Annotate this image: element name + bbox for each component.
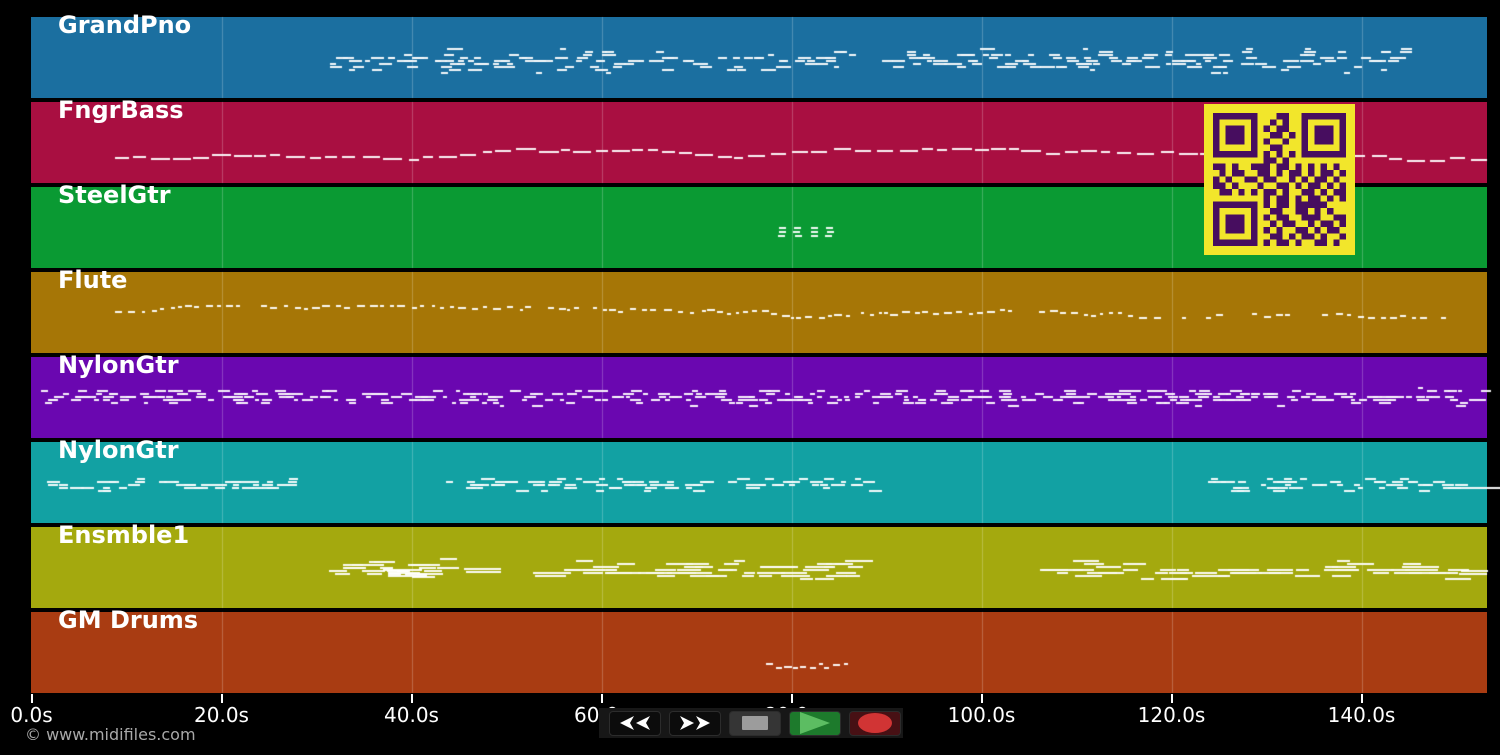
axis-tick [30, 694, 33, 703]
axis-tick [1170, 694, 1173, 703]
copyright-text: © www.midifiles.com [25, 725, 196, 744]
axis-tick-label: 120.0s [1137, 703, 1206, 727]
axis-tick [1360, 694, 1363, 703]
fast-forward-button[interactable] [669, 710, 721, 736]
stop-button[interactable] [729, 710, 781, 736]
axis-tick [600, 694, 603, 703]
qr-code [1204, 104, 1355, 255]
axis-tick [410, 694, 413, 703]
axis-tick-label: 20.0s [194, 703, 249, 727]
axis-tick-label: 40.0s [384, 703, 439, 727]
play-button[interactable] [789, 710, 841, 736]
record-icon [856, 712, 894, 734]
fast-forward-icon [677, 715, 713, 731]
midi-player-window: GrandPnoFngrBassSteelGtrFluteNylonGtrNyl… [0, 0, 1500, 755]
stop-icon [741, 715, 769, 731]
axis-tick-label: 100.0s [947, 703, 1016, 727]
axis-tick [980, 694, 983, 703]
qr-code-modules [1213, 113, 1346, 246]
transport-bar [599, 708, 903, 738]
axis-tick [790, 694, 793, 703]
rewind-button[interactable] [609, 710, 661, 736]
play-icon [799, 712, 831, 734]
record-button[interactable] [849, 710, 901, 736]
axis-tick [220, 694, 223, 703]
axis-tick-label: 140.0s [1327, 703, 1396, 727]
rewind-icon [617, 715, 653, 731]
axis-tick-label: 0.0s [10, 703, 53, 727]
